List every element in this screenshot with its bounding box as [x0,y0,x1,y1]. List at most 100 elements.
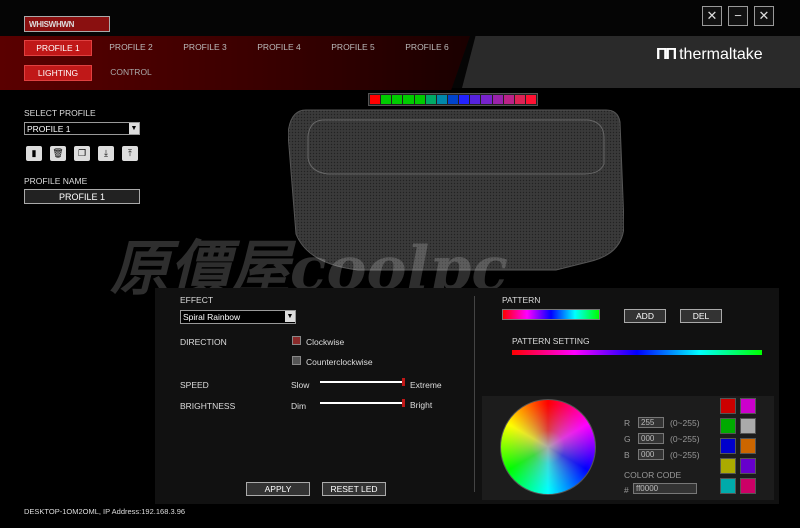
add-pattern-button[interactable]: ADD [624,309,666,323]
profile-name-field[interactable]: PROFILE 1 [24,189,140,204]
apply-button[interactable]: APPLY [246,482,310,496]
delete-profile-button[interactable]: 🗑 [50,146,66,161]
import-profile-button[interactable]: ⤓ [98,146,114,161]
color-code-input[interactable]: ff0000 [633,483,697,494]
close-icon: ✕ [758,8,770,23]
color-swatch[interactable] [740,478,756,494]
led-segment [492,95,503,104]
clockwise-checkbox[interactable] [292,336,301,345]
copy-icon: ❐ [77,148,87,158]
b-label: B [624,450,630,460]
settings-button[interactable]: ✕ [702,6,722,26]
counterclockwise-checkbox[interactable] [292,356,301,365]
color-swatch[interactable] [740,418,756,434]
color-swatch[interactable] [740,398,756,414]
speed-min-label: Slow [291,380,310,390]
brightness-slider[interactable] [320,402,404,404]
color-swatch[interactable] [720,478,736,494]
led-segment [447,95,459,104]
speed-slider-handle[interactable] [402,378,405,386]
status-text: DESKTOP-1OM2OML, IP Address:192.168.3.96 [24,507,186,516]
led-segment [403,95,414,104]
led-segment [381,95,392,104]
tab-profile-1[interactable]: PROFILE 1 [24,40,92,56]
profile-select[interactable]: PROFILE 1 ▼ [24,122,140,135]
tab-profile-3[interactable]: PROFILE 3 [172,40,238,54]
led-segment [459,95,470,104]
color-wheel[interactable] [500,399,596,495]
led-segment [503,95,514,104]
delete-icon: 🗑 [52,148,64,158]
profile-name-label: PROFILE NAME [24,176,88,186]
pattern-label: PATTERN [502,295,541,305]
color-code-label: COLOR CODE [624,470,682,480]
color-swatch[interactable] [740,438,756,454]
r-input[interactable]: 255 [638,417,664,428]
b-range: (0~255) [670,450,700,460]
color-swatch[interactable] [720,398,736,414]
color-swatch[interactable] [740,458,756,474]
app-title-box: WHISWHWN [24,16,110,32]
brand-name: thermaltake [679,46,763,63]
led-segment [425,95,436,104]
panel-divider [474,296,475,492]
color-swatch[interactable] [720,438,736,454]
tab-profile-6[interactable]: PROFILE 6 [394,40,460,54]
minimize-button[interactable]: − [728,6,748,26]
b-input[interactable]: 000 [638,449,664,460]
effect-select-value: Spiral Rainbow [183,312,241,322]
brightness-label: BRIGHTNESS [180,401,236,411]
select-profile-label: SELECT PROFILE [24,108,96,118]
r-label: R [624,418,631,428]
led-segment [370,95,381,104]
counterclockwise-label: Counterclockwise [306,357,373,367]
led-segment [392,95,403,104]
g-input[interactable]: 000 [638,433,664,444]
save-icon: ▮ [31,148,37,158]
direction-label: DIRECTION [180,337,227,347]
brand-logo: ΠΠ thermaltake [656,46,763,64]
r-range: (0~255) [670,418,700,428]
effect-select[interactable]: Spiral Rainbow ▼ [180,310,296,324]
pattern-setting-bar[interactable] [512,350,762,355]
export-profile-button[interactable]: ⤒ [122,146,138,161]
minimize-icon: − [734,8,742,23]
led-segment [414,95,425,104]
import-icon: ⤓ [104,148,108,158]
tab-profile-4[interactable]: PROFILE 4 [246,40,312,54]
tab-lighting[interactable]: LIGHTING [24,65,92,81]
clockwise-label: Clockwise [306,337,345,347]
reset-led-button[interactable]: RESET LED [322,482,386,496]
brightness-max-label: Bright [410,400,433,410]
effect-label: EFFECT [180,295,214,305]
led-segment [436,95,447,104]
tab-control[interactable]: CONTROL [100,65,162,79]
color-swatch[interactable] [720,458,736,474]
wrench-icon: ✕ [706,8,718,23]
delete-pattern-button[interactable]: DEL [680,309,722,323]
color-swatch[interactable] [720,418,736,434]
speed-max-label: Extreme [410,380,442,390]
chevron-down-icon: ▼ [129,123,139,134]
led-segment [481,95,492,104]
g-range: (0~255) [670,434,700,444]
tab-profile-2[interactable]: PROFILE 2 [98,40,164,54]
led-segment [525,95,537,104]
chevron-down-icon: ▼ [285,311,295,322]
led-segment [514,95,525,104]
tab-profile-5[interactable]: PROFILE 5 [320,40,386,54]
g-label: G [624,434,631,444]
led-segment [470,95,481,104]
pattern-setting-label: PATTERN SETTING [512,336,590,346]
copy-profile-button[interactable]: ❐ [74,146,90,161]
pattern-preview[interactable] [502,309,600,320]
hash-label: # [624,485,629,495]
export-icon: ⤒ [128,148,132,158]
close-button[interactable]: ✕ [754,6,774,26]
save-profile-button[interactable]: ▮ [26,146,42,161]
brightness-slider-handle[interactable] [402,399,405,407]
brightness-min-label: Dim [291,401,307,411]
speed-label: SPEED [180,380,209,390]
speed-slider[interactable] [320,381,404,383]
color-swatches [720,398,758,494]
